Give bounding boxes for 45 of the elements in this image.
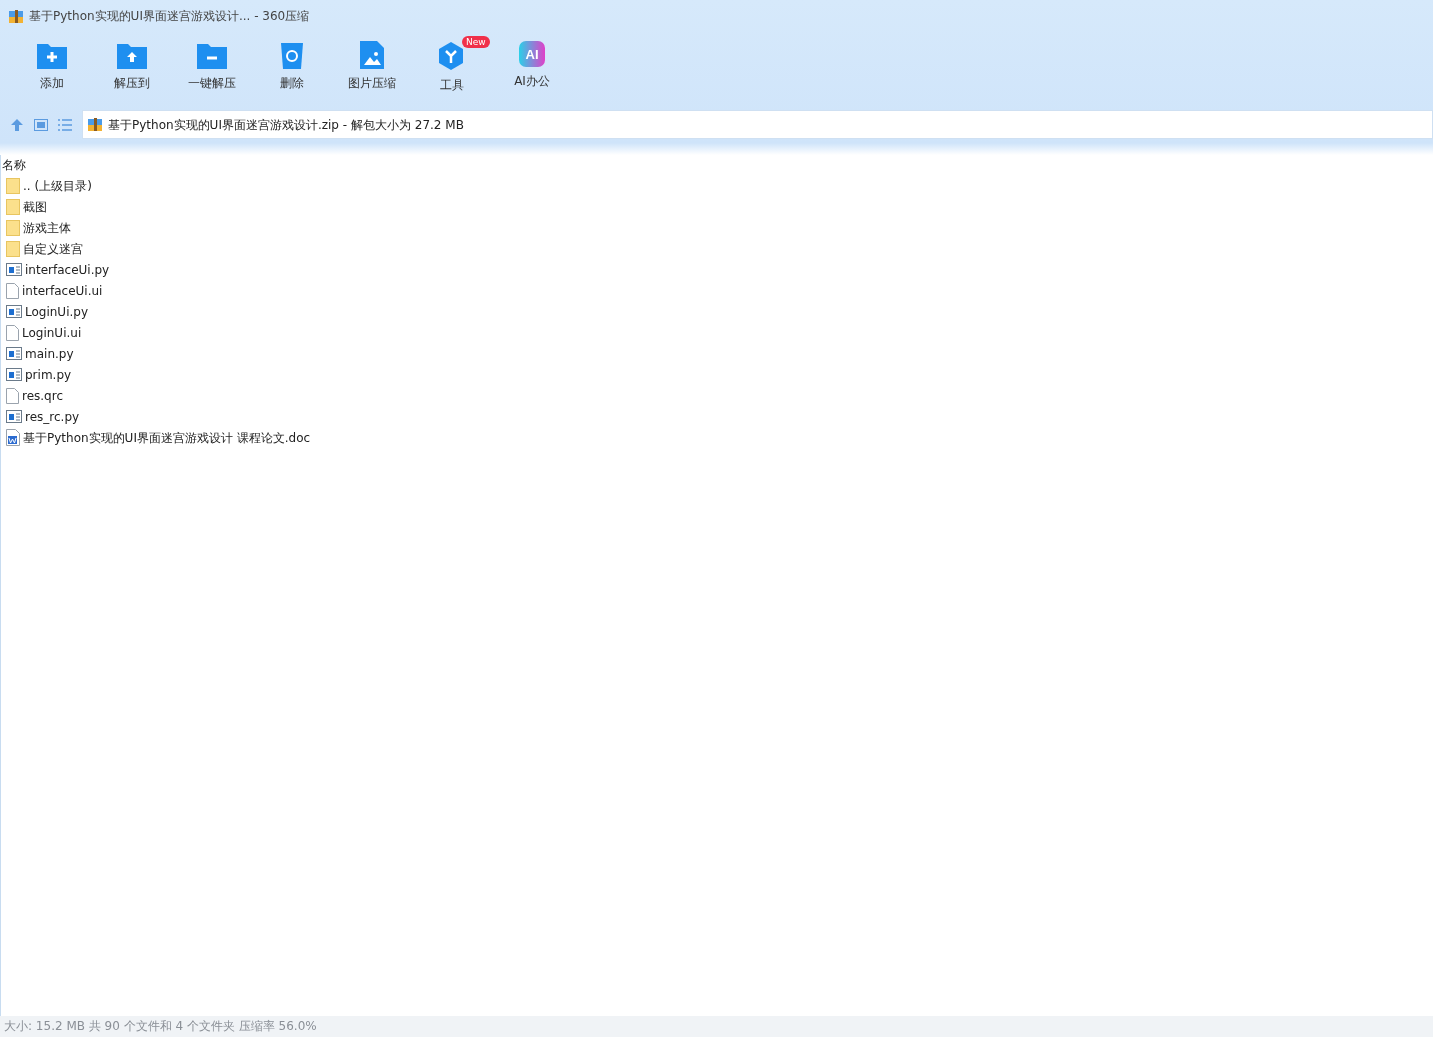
image-file-icon <box>359 40 385 70</box>
file-icon <box>6 387 19 404</box>
file-name[interactable]: prim.py <box>25 365 72 384</box>
file-name[interactable]: interfaceUi.ui <box>22 281 103 300</box>
file-name[interactable]: 游戏主体 <box>23 218 71 237</box>
toolbar-button[interactable]: 解压到 <box>92 38 172 106</box>
list-view-icon[interactable] <box>58 118 72 131</box>
up-arrow-icon[interactable] <box>10 117 24 132</box>
file-name[interactable]: 基于Python实现的UI界面迷宫游戏设计 课程论文.doc <box>23 428 311 447</box>
file-name[interactable]: 截图 <box>23 197 47 216</box>
file-name[interactable]: LoginUi.py <box>25 302 89 321</box>
folder-icon <box>6 219 20 236</box>
toolbar-button[interactable]: 图片压缩 <box>332 38 412 106</box>
file-name[interactable]: main.py <box>25 344 74 363</box>
script-file-icon <box>6 305 22 318</box>
file-icon <box>6 324 19 341</box>
window-title: 基于Python实现的UI界面迷宫游戏设计... - 360压缩 <box>29 8 310 25</box>
status-bar: 大小: 15.2 MB 共 90 个文件和 4 个文件夹 压缩率 56.0% <box>0 1016 1433 1037</box>
file-icon <box>6 282 19 299</box>
toolbar-button[interactable]: 添加 <box>12 38 92 106</box>
script-file-icon <box>6 410 22 423</box>
file-name[interactable]: res_rc.py <box>25 407 80 426</box>
script-file-icon <box>6 263 22 276</box>
recycle-bin-icon <box>279 40 305 70</box>
toolbar-button[interactable]: 删除 <box>252 38 332 106</box>
toolbar-button[interactable]: AI AI办公 <box>492 38 572 106</box>
file-name[interactable]: interfaceUi.py <box>25 260 110 279</box>
archive-icon <box>8 8 24 24</box>
word-document-icon <box>6 429 20 446</box>
folder-icon <box>6 177 20 194</box>
folder-icon <box>6 240 20 257</box>
file-name[interactable]: res.qrc <box>22 386 63 405</box>
file-name[interactable]: .. (上级目录) <box>23 176 92 195</box>
new-badge: New <box>462 36 490 48</box>
column-header[interactable]: 名称 <box>1 155 1433 175</box>
toolbar-button[interactable]: 一键解压 <box>172 38 252 106</box>
file-name[interactable]: LoginUi.ui <box>22 323 82 342</box>
thumbnail-view-icon[interactable] <box>34 118 48 131</box>
script-file-icon <box>6 368 22 381</box>
script-file-icon <box>6 347 22 360</box>
toolbar-button[interactable]: 工具 New <box>412 38 492 106</box>
folder-icon <box>6 198 20 215</box>
address-field[interactable]: 基于Python实现的UI界面迷宫游戏设计.zip - 解包大小为 27.2 MB <box>82 110 1433 139</box>
ai-icon: AI <box>518 40 546 68</box>
file-name[interactable]: 自定义迷宫 <box>23 239 83 258</box>
